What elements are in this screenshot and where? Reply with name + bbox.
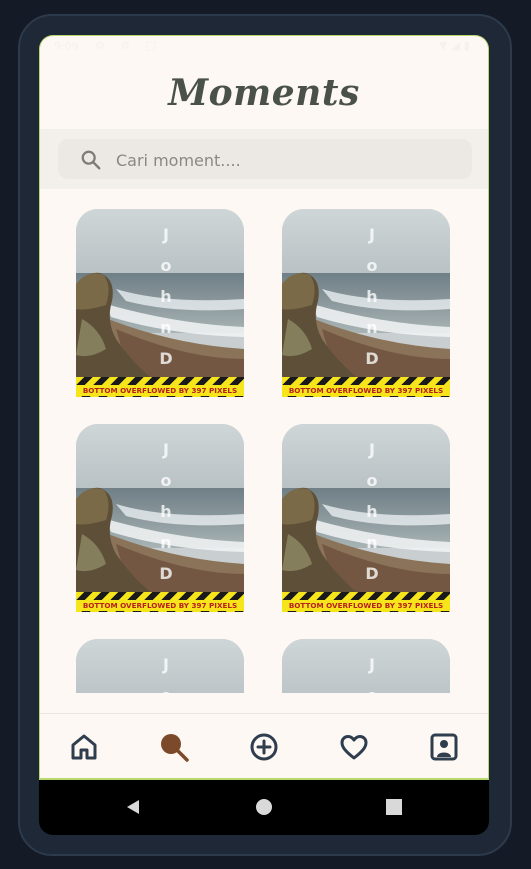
moments-grid: JohnDoBOTTOM OVERFLOWED BY 397 PIXELS Jo… xyxy=(40,189,488,693)
overflow-warning-text: BOTTOM OVERFLOWED BY 397 PIXELS xyxy=(76,600,244,611)
username-letter: D xyxy=(159,564,173,583)
system-navigation-bar xyxy=(39,780,489,835)
card-username-vertical: JohnDo xyxy=(156,434,176,612)
username-letter: J xyxy=(163,655,169,674)
status-bar: 9:09 ⚙ ⚙ □ ▼◢▮ xyxy=(40,36,488,58)
card-username-vertical: JohnDo xyxy=(362,219,382,397)
username-letter: o xyxy=(366,471,378,490)
overflow-warning-text: BOTTOM OVERFLOWED BY 397 PIXELS xyxy=(282,600,450,611)
moment-card[interactable]: JohnDoBOTTOM OVERFLOWED BY 397 PIXELS xyxy=(282,209,450,397)
search-icon xyxy=(81,150,101,170)
home-icon xyxy=(71,734,97,760)
username-letter: o xyxy=(160,471,172,490)
status-time: 9:09 xyxy=(54,40,79,53)
app-screen: 9:09 ⚙ ⚙ □ ▼◢▮ Moments Cari moment.... J… xyxy=(39,35,489,780)
moment-card[interactable]: JohnDoBOTTOM OVERFLOWED BY 397 PIXELS xyxy=(282,424,450,612)
username-letter: D xyxy=(365,349,379,368)
username-letter: o xyxy=(366,256,378,275)
overflow-warning-text: BOTTOM OVERFLOWED BY 397 PIXELS xyxy=(282,385,450,396)
overflow-warning-stripe: BOTTOM OVERFLOWED BY 397 PIXELS xyxy=(282,377,450,397)
overflow-warning-stripe: BOTTOM OVERFLOWED BY 397 PIXELS xyxy=(76,377,244,397)
overflow-warning-stripe: BOTTOM OVERFLOWED BY 397 PIXELS xyxy=(76,592,244,612)
overflow-warning-stripe: BOTTOM OVERFLOWED BY 397 PIXELS xyxy=(282,592,450,612)
username-letter: o xyxy=(156,680,176,693)
username-letter: J xyxy=(163,440,169,459)
moment-card[interactable]: Jo xyxy=(76,639,244,693)
nav-home[interactable] xyxy=(67,730,101,764)
system-back-button[interactable] xyxy=(124,798,142,820)
home-circle-icon xyxy=(256,799,272,815)
username-letter: n xyxy=(366,533,378,552)
username-letter: n xyxy=(160,533,172,552)
add-circle-icon xyxy=(250,733,278,761)
status-system-icons: ▼◢▮ xyxy=(439,39,474,52)
system-home-button[interactable] xyxy=(255,798,273,820)
overflow-warning-text: BOTTOM OVERFLOWED BY 397 PIXELS xyxy=(76,385,244,396)
moment-card[interactable]: Jo xyxy=(282,639,450,693)
moment-card[interactable]: JohnDoBOTTOM OVERFLOWED BY 397 PIXELS xyxy=(76,209,244,397)
back-icon xyxy=(127,800,139,814)
moment-card[interactable]: JohnDoBOTTOM OVERFLOWED BY 397 PIXELS xyxy=(76,424,244,612)
search-bar-container xyxy=(40,129,488,189)
nav-search[interactable] xyxy=(157,730,191,764)
card-username-vertical: Jo xyxy=(362,649,382,693)
nav-add[interactable] xyxy=(247,730,281,764)
heart-icon xyxy=(340,735,368,760)
username-letter: n xyxy=(366,318,378,337)
card-username-vertical: JohnDo xyxy=(362,434,382,612)
username-letter: J xyxy=(369,655,375,674)
username-letter: o xyxy=(362,680,382,693)
username-letter: J xyxy=(369,225,375,244)
search-input[interactable] xyxy=(114,144,458,176)
search-box[interactable] xyxy=(58,139,472,179)
profile-icon xyxy=(430,733,458,761)
username-letter: h xyxy=(160,502,172,521)
username-letter: h xyxy=(160,287,172,306)
username-letter: o xyxy=(160,256,172,275)
username-letter: h xyxy=(366,287,378,306)
nav-likes[interactable] xyxy=(337,730,371,764)
username-letter: J xyxy=(163,225,169,244)
username-letter: h xyxy=(366,502,378,521)
status-notification-icons: ⚙ ⚙ □ xyxy=(95,39,163,52)
bottom-navigation xyxy=(40,713,488,778)
nav-profile[interactable] xyxy=(427,730,461,764)
username-letter: n xyxy=(160,318,172,337)
system-recents-button[interactable] xyxy=(385,798,403,820)
card-username-vertical: JohnDo xyxy=(156,219,176,397)
username-letter: J xyxy=(369,440,375,459)
username-letter: D xyxy=(365,564,379,583)
card-username-vertical: Jo xyxy=(156,649,176,693)
search-icon xyxy=(161,734,189,762)
recents-icon xyxy=(386,799,402,815)
page-title: Moments xyxy=(168,72,360,114)
username-letter: D xyxy=(159,349,173,368)
